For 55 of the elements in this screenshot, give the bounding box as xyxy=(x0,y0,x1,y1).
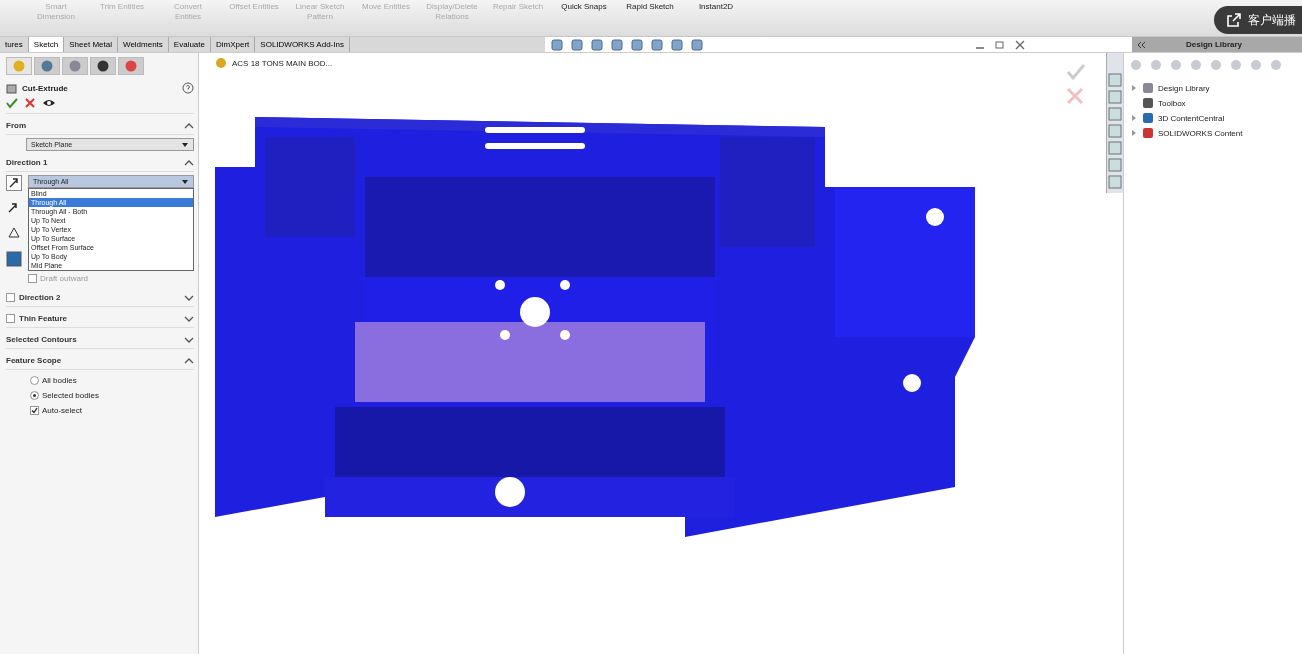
section-title: Direction 2 xyxy=(19,293,61,302)
checkmark-icon[interactable] xyxy=(6,97,18,109)
external-link-icon xyxy=(1226,12,1242,28)
tree-item[interactable]: ACS 18 TONS MAIN BOD... xyxy=(232,58,333,68)
chevron-up-icon[interactable] xyxy=(184,356,194,365)
close-icon[interactable] xyxy=(1014,38,1026,51)
body-icon[interactable] xyxy=(6,225,22,241)
checkbox-label: Auto-select xyxy=(42,406,83,415)
checkmark-icon[interactable] xyxy=(1066,63,1086,81)
ribbon-button[interactable]: Quick Snaps xyxy=(558,2,610,12)
checkbox[interactable] xyxy=(6,293,15,302)
library-item-icon xyxy=(1142,127,1154,139)
radio-button[interactable] xyxy=(30,391,39,400)
radio-button[interactable] xyxy=(30,376,39,385)
library-item[interactable]: Toolbox xyxy=(1158,98,1186,108)
library-item-icon xyxy=(1142,112,1154,124)
external-play-button[interactable]: 客户端播 xyxy=(1214,6,1302,34)
caret-icon xyxy=(181,178,189,185)
checkbox[interactable] xyxy=(6,314,15,323)
expand-arrow-icon[interactable] xyxy=(1130,84,1138,92)
checkbox-label: Draft outward xyxy=(40,274,89,283)
section-title: Feature Scope xyxy=(6,356,62,365)
section-title: From xyxy=(6,121,26,130)
checkbox[interactable] xyxy=(28,274,37,283)
section-title: Selected Contours xyxy=(6,335,77,344)
radio-label: Selected bodies xyxy=(42,391,99,400)
eye-icon[interactable] xyxy=(42,97,56,109)
restore-icon[interactable] xyxy=(994,38,1006,51)
library-item[interactable]: 3D ContentCentral xyxy=(1158,113,1225,123)
library-item[interactable]: Design Library xyxy=(1158,83,1210,93)
extrude-icon xyxy=(6,82,18,94)
chevron-down-icon[interactable] xyxy=(184,314,194,323)
chevron-down-icon[interactable] xyxy=(184,335,194,344)
arrow-icon[interactable] xyxy=(6,201,20,215)
ribbon-button[interactable]: Instant2D xyxy=(690,2,742,12)
radio-label: All bodies xyxy=(42,376,77,385)
chevron-up-icon[interactable] xyxy=(184,158,194,167)
checkbox[interactable] xyxy=(30,406,39,415)
caret-icon xyxy=(181,141,189,148)
panel-tab[interactable] xyxy=(90,57,116,75)
chevron-down-icon[interactable] xyxy=(184,293,194,302)
feature-title: Cut-Extrude xyxy=(22,83,69,93)
collapse-icon[interactable] xyxy=(1136,39,1146,50)
surface-icon[interactable] xyxy=(6,251,22,267)
library-item-icon xyxy=(1142,82,1154,94)
section-title: Direction 1 xyxy=(6,158,48,167)
library-item[interactable]: SOLIDWORKS Content xyxy=(1158,128,1243,138)
command-tab[interactable]: Sketch xyxy=(28,37,65,52)
ribbon-button[interactable]: Rapid Sketch xyxy=(624,2,676,12)
help-icon[interactable] xyxy=(182,82,194,94)
library-item-icon xyxy=(1142,97,1154,109)
section-title: Thin Feature xyxy=(19,314,67,323)
panel-title: Design Library xyxy=(1186,40,1242,49)
chevron-up-icon[interactable] xyxy=(184,121,194,130)
close-icon[interactable] xyxy=(24,97,36,109)
